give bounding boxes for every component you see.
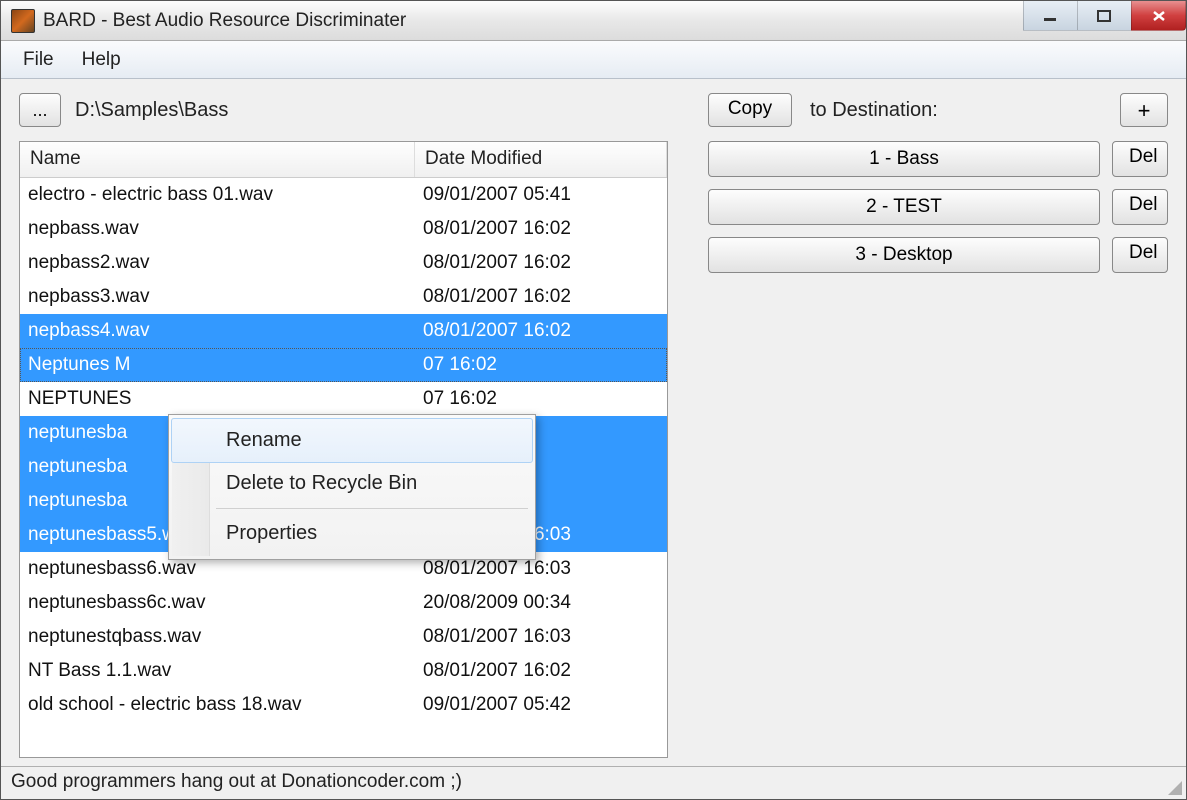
destination-row: 2 - TEST Del xyxy=(708,189,1168,225)
minimize-button[interactable] xyxy=(1023,1,1078,31)
delete-destination-button[interactable]: Del xyxy=(1112,141,1168,177)
cell-date: 08/01/2007 16:03 xyxy=(415,558,667,580)
column-date[interactable]: Date Modified xyxy=(415,142,667,177)
window-title: BARD - Best Audio Resource Discriminater xyxy=(43,10,406,32)
cell-name: neptunestqbass.wav xyxy=(20,626,415,648)
cell-name: neptunesbass6.wav xyxy=(20,558,415,580)
maximize-button[interactable] xyxy=(1077,1,1132,31)
status-text: Good programmers hang out at Donationcod… xyxy=(11,771,462,792)
delete-destination-button[interactable]: Del xyxy=(1112,237,1168,273)
cell-date: 08/01/2007 16:02 xyxy=(415,252,667,274)
cell-name: nepbass4.wav xyxy=(20,320,415,342)
context-menu-rename[interactable]: Rename xyxy=(171,418,533,463)
cell-name: neptunesbass6c.wav xyxy=(20,592,415,614)
delete-destination-button[interactable]: Del xyxy=(1112,189,1168,225)
copy-button[interactable]: Copy xyxy=(708,93,792,127)
menu-help[interactable]: Help xyxy=(68,45,135,75)
table-row[interactable]: old school - electric bass 18.wav09/01/2… xyxy=(20,688,667,722)
cell-date: 07 16:02 xyxy=(415,388,667,410)
minimize-icon xyxy=(1042,9,1060,23)
app-window: BARD - Best Audio Resource Discriminater… xyxy=(0,0,1187,800)
context-menu: Rename Delete to Recycle Bin Properties xyxy=(168,414,536,560)
cell-name: nepbass2.wav xyxy=(20,252,415,274)
cell-date: 08/01/2007 16:03 xyxy=(415,626,667,648)
cell-date: 08/01/2007 16:02 xyxy=(415,218,667,240)
table-row[interactable]: NEPTUNES07 16:02 xyxy=(20,382,667,416)
cell-date: 08/01/2007 16:02 xyxy=(415,286,667,308)
menu-file[interactable]: File xyxy=(9,45,68,75)
cell-name: nepbass3.wav xyxy=(20,286,415,308)
maximize-icon xyxy=(1096,9,1114,23)
close-button[interactable] xyxy=(1131,1,1186,31)
to-destination-label: to Destination: xyxy=(810,99,938,122)
destination-button[interactable]: 3 - Desktop xyxy=(708,237,1100,273)
cell-name: Neptunes M xyxy=(20,354,415,376)
context-menu-properties[interactable]: Properties xyxy=(172,512,532,555)
copy-row: Copy to Destination: + xyxy=(708,93,1168,127)
cell-date: 08/01/2007 16:02 xyxy=(415,660,667,682)
cell-date: 09/01/2007 05:42 xyxy=(415,694,667,716)
table-row[interactable]: Neptunes M07 16:02 xyxy=(20,348,667,382)
cell-date: 20/08/2009 00:34 xyxy=(415,592,667,614)
destination-button[interactable]: 1 - Bass xyxy=(708,141,1100,177)
table-row[interactable]: neptunestqbass.wav08/01/2007 16:03 xyxy=(20,620,667,654)
app-icon xyxy=(11,9,35,33)
add-destination-button[interactable]: + xyxy=(1120,93,1168,127)
right-pane: Copy to Destination: + 1 - BassDel2 - TE… xyxy=(708,93,1168,758)
cell-name: NEPTUNES xyxy=(20,388,415,410)
destination-row: 3 - Desktop Del xyxy=(708,237,1168,273)
cell-name: old school - electric bass 18.wav xyxy=(20,694,415,716)
statusbar: Good programmers hang out at Donationcod… xyxy=(1,766,1186,799)
column-name[interactable]: Name xyxy=(20,142,415,177)
destination-row: 1 - Bass Del xyxy=(708,141,1168,177)
table-row[interactable]: nepbass4.wav08/01/2007 16:02 xyxy=(20,314,667,348)
browse-button[interactable]: ... xyxy=(19,93,61,127)
path-row: ... D:\Samples\Bass xyxy=(19,93,668,127)
table-row[interactable]: electro - electric bass 01.wav09/01/2007… xyxy=(20,178,667,212)
menubar: File Help xyxy=(1,41,1186,79)
close-icon xyxy=(1150,9,1168,23)
table-header: Name Date Modified xyxy=(20,142,667,178)
titlebar[interactable]: BARD - Best Audio Resource Discriminater xyxy=(1,1,1186,41)
context-menu-separator xyxy=(216,508,528,509)
table-row[interactable]: nepbass.wav08/01/2007 16:02 xyxy=(20,212,667,246)
destination-button[interactable]: 2 - TEST xyxy=(708,189,1100,225)
current-path: D:\Samples\Bass xyxy=(75,99,228,122)
table-row[interactable]: nepbass2.wav08/01/2007 16:02 xyxy=(20,246,667,280)
cell-date: 08/01/2007 16:02 xyxy=(415,320,667,342)
resize-grip[interactable] xyxy=(1166,779,1182,795)
table-row[interactable]: nepbass3.wav08/01/2007 16:02 xyxy=(20,280,667,314)
destination-list: 1 - Bass Del 2 - TEST Del 3 - Desktop Del xyxy=(708,141,1168,285)
cell-date: 07 16:02 xyxy=(415,354,667,376)
table-row[interactable]: NT Bass 1.1.wav08/01/2007 16:02 xyxy=(20,654,667,688)
cell-name: NT Bass 1.1.wav xyxy=(20,660,415,682)
cell-name: electro - electric bass 01.wav xyxy=(20,184,415,206)
cell-date: 09/01/2007 05:41 xyxy=(415,184,667,206)
cell-name: nepbass.wav xyxy=(20,218,415,240)
table-row[interactable]: neptunesbass6c.wav20/08/2009 00:34 xyxy=(20,586,667,620)
window-controls xyxy=(1024,1,1186,31)
context-menu-delete[interactable]: Delete to Recycle Bin xyxy=(172,462,532,505)
